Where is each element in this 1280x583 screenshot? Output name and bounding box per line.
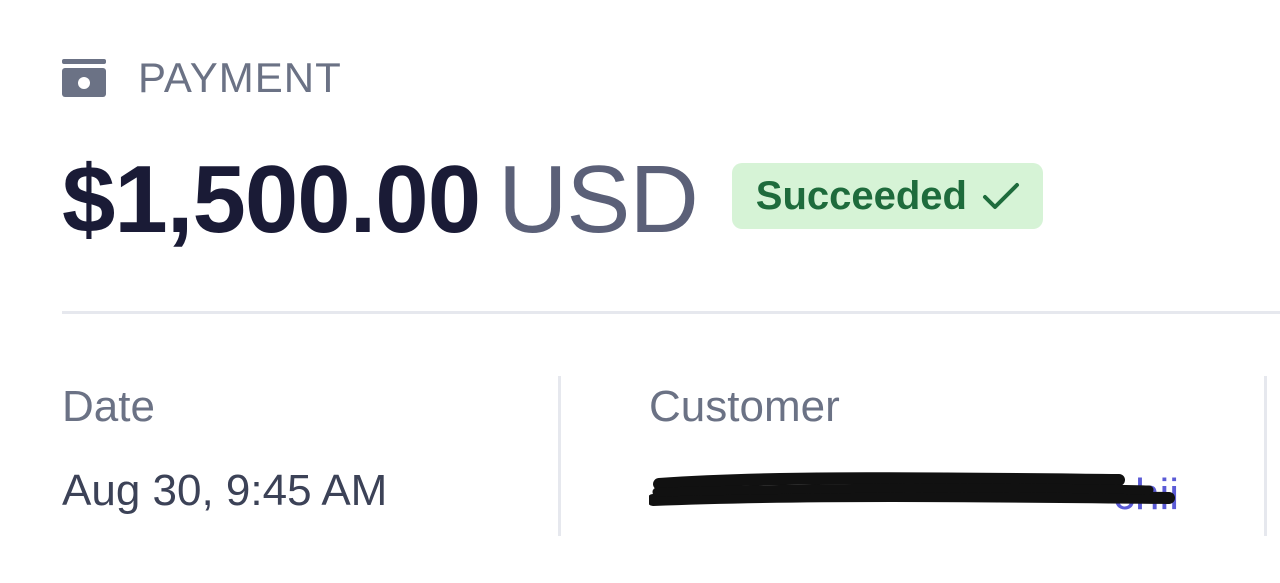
customer-label: Customer — [649, 382, 840, 431]
checkmark-icon — [981, 179, 1021, 213]
redaction-scribble — [649, 472, 1175, 506]
section-divider — [62, 311, 1280, 314]
payment-summary: PAYMENT $1,500.00 USD Succeeded Date Aug… — [0, 0, 1280, 583]
payment-currency: USD — [498, 146, 699, 253]
payment-amount: $1,500.00 — [62, 146, 481, 253]
status-badge: Succeeded — [731, 163, 1043, 229]
payment-kind-label: PAYMENT — [138, 54, 342, 101]
wallet-icon — [62, 59, 106, 97]
amount-row: $1,500.00 USD Succeeded — [62, 140, 1043, 260]
payment-kind-header: PAYMENT — [62, 56, 342, 100]
date-value: Aug 30, 9:45 AM — [62, 466, 388, 515]
status-label: Succeeded — [755, 174, 967, 218]
column-divider — [1264, 376, 1267, 536]
customer-link[interactable]: chii — [649, 466, 1179, 516]
date-label: Date — [62, 382, 155, 431]
customer-column: Customer chii — [558, 376, 1266, 536]
date-column: Date Aug 30, 9:45 AM — [62, 376, 556, 536]
